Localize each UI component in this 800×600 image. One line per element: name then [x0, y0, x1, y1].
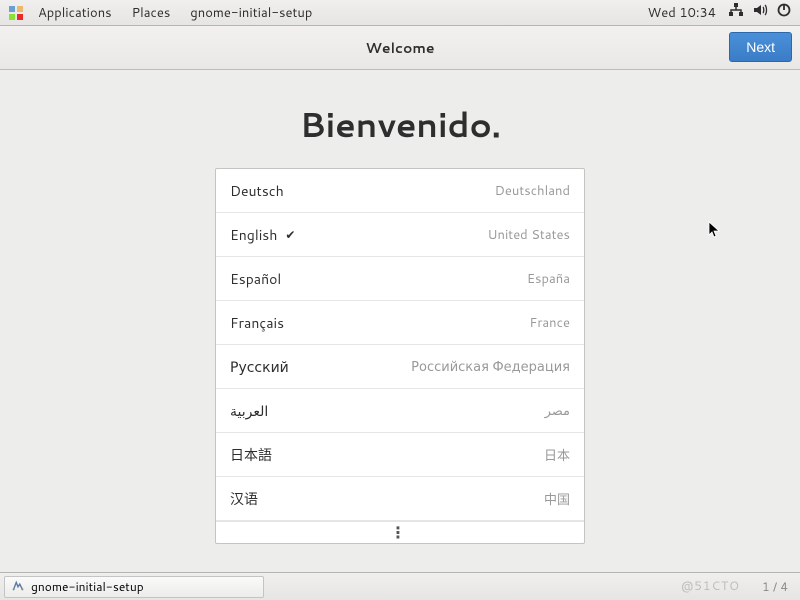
applications-menu[interactable]: Applications	[28, 4, 122, 22]
language-row-russian[interactable]: Русский Российская Федерация	[216, 345, 584, 389]
language-list: Deutsch Deutschland English ✔ United Sta…	[215, 168, 585, 544]
language-country: مصر	[545, 402, 570, 420]
language-row-arabic[interactable]: العربية مصر	[216, 389, 584, 433]
language-name: Français	[230, 313, 284, 333]
language-row-francais[interactable]: Français France	[216, 301, 584, 345]
places-menu[interactable]: Places	[122, 4, 181, 22]
page-title: Welcome	[365, 38, 434, 58]
taskbar-app-button[interactable]: gnome-initial-setup	[4, 576, 264, 598]
main-content: Bienvenido. Deutsch Deutschland English …	[0, 70, 800, 572]
language-country: Deutschland	[495, 182, 570, 200]
language-row-english[interactable]: English ✔ United States	[216, 213, 584, 257]
network-icon[interactable]	[728, 2, 744, 23]
welcome-heading: Bienvenido.	[300, 100, 501, 148]
more-languages-button[interactable]: ⋮	[216, 521, 584, 543]
language-country: Российская Федерация	[411, 358, 570, 376]
taskbar-app-label: gnome-initial-setup	[31, 578, 144, 595]
language-row-japanese[interactable]: 日本語 日本	[216, 433, 584, 477]
language-row-chinese[interactable]: 汉语 中国	[216, 477, 584, 521]
language-name: English	[230, 225, 277, 245]
bottom-taskbar: gnome-initial-setup 1 / 4	[0, 572, 800, 600]
language-row-espanol[interactable]: Español España	[216, 257, 584, 301]
activities-icon[interactable]	[8, 5, 24, 21]
gnome-top-bar: Applications Places gnome-initial-setup …	[0, 0, 800, 26]
window-headerbar: Welcome Next	[0, 26, 800, 70]
check-icon: ✔	[285, 226, 295, 243]
language-name: العربية	[230, 401, 268, 421]
language-name: Русский	[230, 357, 289, 377]
volume-icon[interactable]	[752, 2, 768, 23]
current-app-menu[interactable]: gnome-initial-setup	[180, 4, 322, 22]
clock[interactable]: Wed 10:34	[640, 4, 724, 22]
system-tray	[724, 2, 796, 23]
language-country: United States	[487, 226, 570, 244]
language-country: España	[527, 270, 570, 288]
workspace-pager[interactable]: 1 / 4	[762, 578, 796, 595]
language-name: Español	[230, 269, 281, 289]
power-icon[interactable]	[776, 2, 792, 23]
language-name: Deutsch	[230, 181, 284, 201]
language-country: France	[529, 314, 570, 332]
next-button[interactable]: Next	[729, 32, 792, 62]
language-name: 日本語	[230, 445, 272, 465]
language-name: 汉语	[230, 489, 258, 509]
language-country: 中国	[544, 489, 570, 509]
language-row-deutsch[interactable]: Deutsch Deutschland	[216, 169, 584, 213]
language-country: 日本	[544, 445, 570, 465]
app-icon	[11, 578, 25, 596]
